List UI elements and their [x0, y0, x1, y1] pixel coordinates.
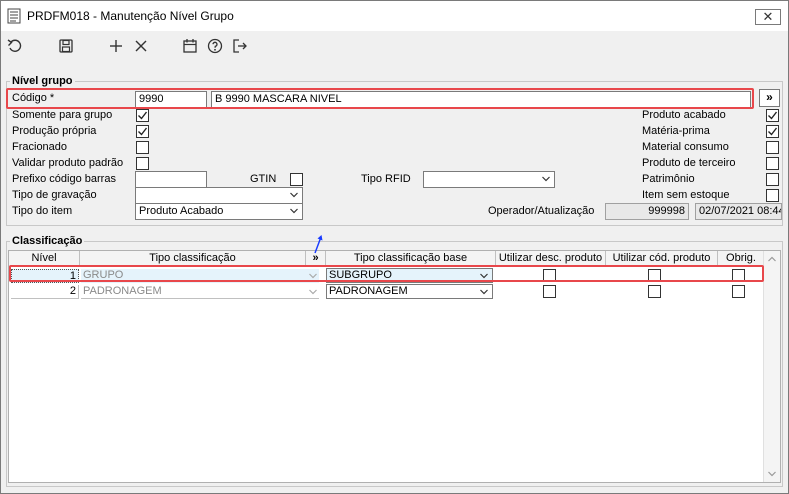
operador-field: 999998: [605, 203, 689, 220]
produto-terceiro-label: Produto de terceiro: [642, 157, 736, 169]
prefixo-input[interactable]: [135, 171, 207, 188]
scroll-down-icon[interactable]: [767, 470, 777, 478]
help-icon[interactable]: [204, 35, 226, 57]
material-consumo-checkbox[interactable]: [766, 141, 779, 154]
row-2-utilizar-desc-checkbox[interactable]: [543, 285, 556, 298]
undo-icon[interactable]: [4, 35, 26, 57]
exit-icon[interactable]: [229, 35, 251, 57]
grid-scrollbar[interactable]: [763, 251, 780, 482]
highlight-grid-row-1: [9, 265, 764, 282]
producao-propria-checkbox[interactable]: [136, 125, 149, 138]
tipo-item-value: Produto Acabado: [139, 205, 224, 217]
title-bar: PRDFM018 - Manutenção Nível Grupo ✕: [1, 1, 788, 31]
toolbar: [1, 31, 788, 61]
chevron-down-icon: [309, 289, 317, 295]
materia-prima-checkbox[interactable]: [766, 125, 779, 138]
classificacao-title: Classificação: [10, 235, 85, 247]
chevron-down-icon: [290, 192, 298, 198]
producao-propria-label: Produção própria: [12, 125, 97, 137]
row-2-obrig-checkbox[interactable]: [732, 285, 745, 298]
somente-grupo-label: Somente para grupo: [12, 109, 113, 121]
tipo-gravacao-select[interactable]: [135, 187, 303, 204]
document-icon: [7, 8, 21, 24]
prefixo-label: Prefixo código barras: [12, 173, 116, 185]
chevron-down-icon: [480, 289, 488, 295]
row-2-tipo-classificacao[interactable]: PADRONAGEM: [81, 285, 319, 299]
chevron-down-icon: [290, 208, 298, 214]
calendar-icon[interactable]: [179, 35, 201, 57]
operador-label: Operador/Atualização: [488, 205, 595, 217]
expand-button[interactable]: »: [759, 89, 780, 107]
tipo-rfid-label: Tipo RFID: [361, 173, 411, 185]
material-consumo-label: Material consumo: [642, 141, 729, 153]
scroll-up-icon[interactable]: [767, 255, 777, 263]
check-icon: [138, 127, 148, 136]
validar-produto-label: Validar produto padrão: [12, 157, 124, 169]
gtin-label: GTIN: [250, 173, 277, 185]
row-2-utilizar-cod-checkbox[interactable]: [648, 285, 661, 298]
save-icon[interactable]: [55, 35, 77, 57]
patrimonio-label: Patrimônio: [642, 173, 695, 185]
row-2-nivel[interactable]: 2: [11, 285, 79, 299]
somente-grupo-checkbox[interactable]: [136, 109, 149, 122]
app-window: PRDFM018 - Manutenção Nível Grupo ✕ Níve…: [0, 0, 789, 494]
materia-prima-label: Matéria-prima: [642, 125, 710, 137]
row-2-tipo-base-value: PADRONAGEM: [329, 285, 408, 297]
classificacao-grid: Nível Tipo classificação » Tipo classifi…: [8, 250, 781, 483]
produto-acabado-checkbox[interactable]: [766, 109, 779, 122]
item-sem-estoque-checkbox[interactable]: [766, 189, 779, 202]
fracionado-checkbox[interactable]: [136, 141, 149, 154]
tipo-rfid-select[interactable]: [423, 171, 555, 188]
add-icon[interactable]: [105, 35, 127, 57]
nivel-grupo-title: Nível grupo: [10, 75, 75, 87]
highlight-codigo-row: [6, 88, 754, 109]
validar-produto-checkbox[interactable]: [136, 157, 149, 170]
produto-terceiro-checkbox[interactable]: [766, 157, 779, 170]
produto-acabado-label: Produto acabado: [642, 109, 726, 121]
delete-icon[interactable]: [130, 35, 152, 57]
gtin-checkbox[interactable]: [290, 173, 303, 186]
annotation-arrow-icon: [314, 235, 323, 254]
row-2-tipo-classificacao-base[interactable]: PADRONAGEM: [326, 284, 493, 299]
close-button[interactable]: ✕: [755, 9, 781, 25]
patrimonio-checkbox[interactable]: [766, 173, 779, 186]
fracionado-label: Fracionado: [12, 141, 68, 153]
tipo-item-label: Tipo do item: [12, 205, 73, 217]
window-title: PRDFM018 - Manutenção Nível Grupo: [27, 9, 234, 23]
tipo-item-select[interactable]: Produto Acabado: [135, 203, 303, 220]
chevron-down-icon: [542, 176, 550, 182]
check-icon: [138, 111, 148, 120]
row-2-tipo-value: PADRONAGEM: [83, 285, 162, 297]
check-icon: [768, 127, 778, 136]
atualizacao-field: 02/07/2021 08:44:53: [695, 203, 782, 220]
tipo-gravacao-label: Tipo de gravação: [12, 189, 97, 201]
check-icon: [768, 111, 778, 120]
item-sem-estoque-label: Item sem estoque: [642, 189, 730, 201]
